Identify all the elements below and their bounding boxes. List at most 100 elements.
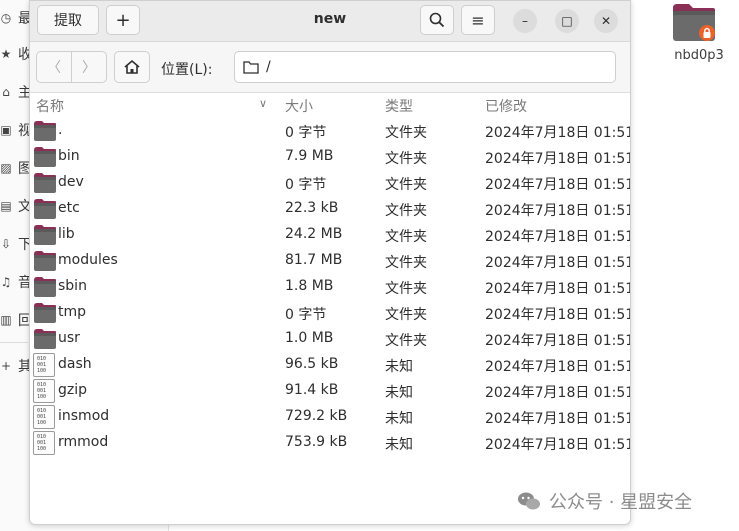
file-size: 24.2 MB <box>285 226 343 242</box>
music-icon: ♫ <box>0 275 12 289</box>
file-row[interactable]: . 0 字节 文件夹 2024年7月18日 01:51 <box>30 118 630 144</box>
file-row[interactable]: dev 0 字节 文件夹 2024年7月18日 01:51 <box>30 170 630 196</box>
home-icon <box>124 59 140 74</box>
file-size: 81.7 MB <box>285 252 343 268</box>
file-name: dev <box>58 174 84 190</box>
sidebar-item[interactable]: ⇩ 下 <box>0 234 32 254</box>
file-size: 0 字节 <box>285 125 327 141</box>
file-size: 96.5 kB <box>285 356 339 372</box>
navigation-bar: 〈 〉 位置(L): / <box>30 42 630 93</box>
folder-icon <box>33 120 57 142</box>
file-size: 1.0 MB <box>285 330 334 346</box>
hamburger-icon: ≡ <box>471 10 485 30</box>
file-type: 文件夹 <box>385 281 427 297</box>
menu-button[interactable]: ≡ <box>461 5 495 35</box>
file-modified: 2024年7月18日 01:51 <box>485 203 631 219</box>
watermark-text: 公众号 · 星盟安全 <box>549 492 693 513</box>
chevron-right-icon: 〉 <box>82 60 96 76</box>
maximize-icon: □ <box>561 14 573 28</box>
file-row[interactable]: sbin 1.8 MB 文件夹 2024年7月18日 01:51 <box>30 274 630 300</box>
folder-icon <box>33 302 57 324</box>
binary-file-icon: 010 001 100 <box>33 405 55 429</box>
new-tab-button[interactable]: + <box>106 5 140 35</box>
file-modified: 2024年7月18日 01:51 <box>485 411 631 427</box>
folder-icon <box>33 146 57 168</box>
sidebar-item[interactable]: ★ 收 <box>0 44 32 64</box>
desktop-drive-label: nbd0p3 <box>674 48 724 63</box>
sidebar-separator <box>0 342 28 343</box>
file-type: 未知 <box>385 437 413 453</box>
file-size: 0 字节 <box>285 177 327 193</box>
file-row[interactable]: bin 7.9 MB 文件夹 2024年7月18日 01:51 <box>30 144 630 170</box>
folder-icon <box>33 224 57 246</box>
file-name: rmmod <box>58 434 109 450</box>
column-name[interactable]: 名称 <box>36 96 64 116</box>
desktop-drive-icon[interactable]: nbd0p3 <box>662 0 736 70</box>
encrypted-drive-icon <box>673 4 715 41</box>
file-name: tmp <box>58 304 87 320</box>
close-button[interactable]: ✕ <box>594 9 618 33</box>
file-name: usr <box>58 330 80 346</box>
minimize-icon: – <box>522 14 528 28</box>
location-label: 位置(L): <box>161 62 213 78</box>
file-size: 0 字节 <box>285 307 327 323</box>
file-modified: 2024年7月18日 01:51 <box>485 229 631 245</box>
trash-icon: ▥ <box>0 313 12 327</box>
file-modified: 2024年7月18日 01:51 <box>485 385 631 401</box>
search-button[interactable] <box>420 5 454 35</box>
file-type: 未知 <box>385 359 413 375</box>
column-type[interactable]: 类型 <box>385 96 413 116</box>
minimize-button[interactable]: – <box>513 9 537 33</box>
star-icon: ★ <box>0 47 12 61</box>
location-entry[interactable]: / <box>234 51 616 83</box>
file-size: 91.4 kB <box>285 382 339 398</box>
sidebar-item[interactable]: ◷ 最 <box>0 8 32 28</box>
sidebar-item[interactable]: ▥ 回 <box>0 310 32 330</box>
sidebar-item[interactable]: + 其 <box>0 356 32 376</box>
home-button[interactable] <box>114 51 150 83</box>
forward-button[interactable]: 〉 <box>71 51 107 83</box>
file-row[interactable]: usr 1.0 MB 文件夹 2024年7月18日 01:51 <box>30 326 630 352</box>
file-row[interactable]: lib 24.2 MB 文件夹 2024年7月18日 01:51 <box>30 222 630 248</box>
title-bar: 提取 + new ≡ – □ ✕ <box>30 1 630 42</box>
file-name: insmod <box>58 408 110 424</box>
file-size: 729.2 kB <box>285 408 348 424</box>
file-type: 未知 <box>385 385 413 401</box>
extract-button[interactable]: 提取 <box>37 5 99 35</box>
file-row[interactable]: 010 001 100 gzip 91.4 kB 未知 2024年7月18日 01:51 <box>30 378 630 404</box>
sidebar-item[interactable]: ▣ 视 <box>0 120 32 140</box>
file-row[interactable]: 010 001 100 insmod 729.2 kB 未知 2024年7月18日 01… <box>30 404 630 430</box>
sidebar-item[interactable]: ▤ 文 <box>0 196 32 216</box>
column-header: 名称 ∨ 大小 类型 已修改 <box>30 93 630 117</box>
file-row[interactable]: etc 22.3 kB 文件夹 2024年7月18日 01:51 <box>30 196 630 222</box>
file-name: dash <box>58 356 92 372</box>
file-size: 7.9 MB <box>285 148 334 164</box>
column-modified[interactable]: 已修改 <box>485 96 527 116</box>
binary-file-icon: 010 001 100 <box>33 353 55 377</box>
file-name: gzip <box>58 382 88 398</box>
file-modified: 2024年7月18日 01:51 <box>485 333 631 349</box>
file-type: 文件夹 <box>385 125 427 141</box>
sidebar-item[interactable]: ⌂ 主 <box>0 82 32 102</box>
folder-icon <box>33 276 57 298</box>
file-type: 文件夹 <box>385 177 427 193</box>
sidebar-item[interactable]: ▨ 图 <box>0 158 32 178</box>
file-modified: 2024年7月18日 01:51 <box>485 437 631 453</box>
back-button[interactable]: 〈 <box>36 51 72 83</box>
file-row[interactable]: modules 81.7 MB 文件夹 2024年7月18日 01:51 <box>30 248 630 274</box>
file-manager-window: 提取 + new ≡ – □ ✕ 〈 〉 位置(L): / 名称 ∨ 大小 类型… <box>29 0 631 525</box>
file-name: . <box>58 122 63 138</box>
binary-file-icon: 010 001 100 <box>33 379 55 403</box>
close-icon: ✕ <box>600 14 612 28</box>
home-icon: ⌂ <box>2 85 10 99</box>
file-name: bin <box>58 148 80 164</box>
file-row[interactable]: tmp 0 字节 文件夹 2024年7月18日 01:51 <box>30 300 630 326</box>
column-size[interactable]: 大小 <box>285 96 313 116</box>
file-row[interactable]: 010 001 100 rmmod 753.9 kB 未知 2024年7月18日 01:… <box>30 430 630 456</box>
sidebar-item[interactable]: ♫ 音 <box>0 272 32 292</box>
maximize-button[interactable]: □ <box>555 9 579 33</box>
file-type: 文件夹 <box>385 307 427 323</box>
file-modified: 2024年7月18日 01:51 <box>485 177 631 193</box>
file-modified: 2024年7月18日 01:51 <box>485 255 631 271</box>
file-row[interactable]: 010 001 100 dash 96.5 kB 未知 2024年7月18日 01:51 <box>30 352 630 378</box>
